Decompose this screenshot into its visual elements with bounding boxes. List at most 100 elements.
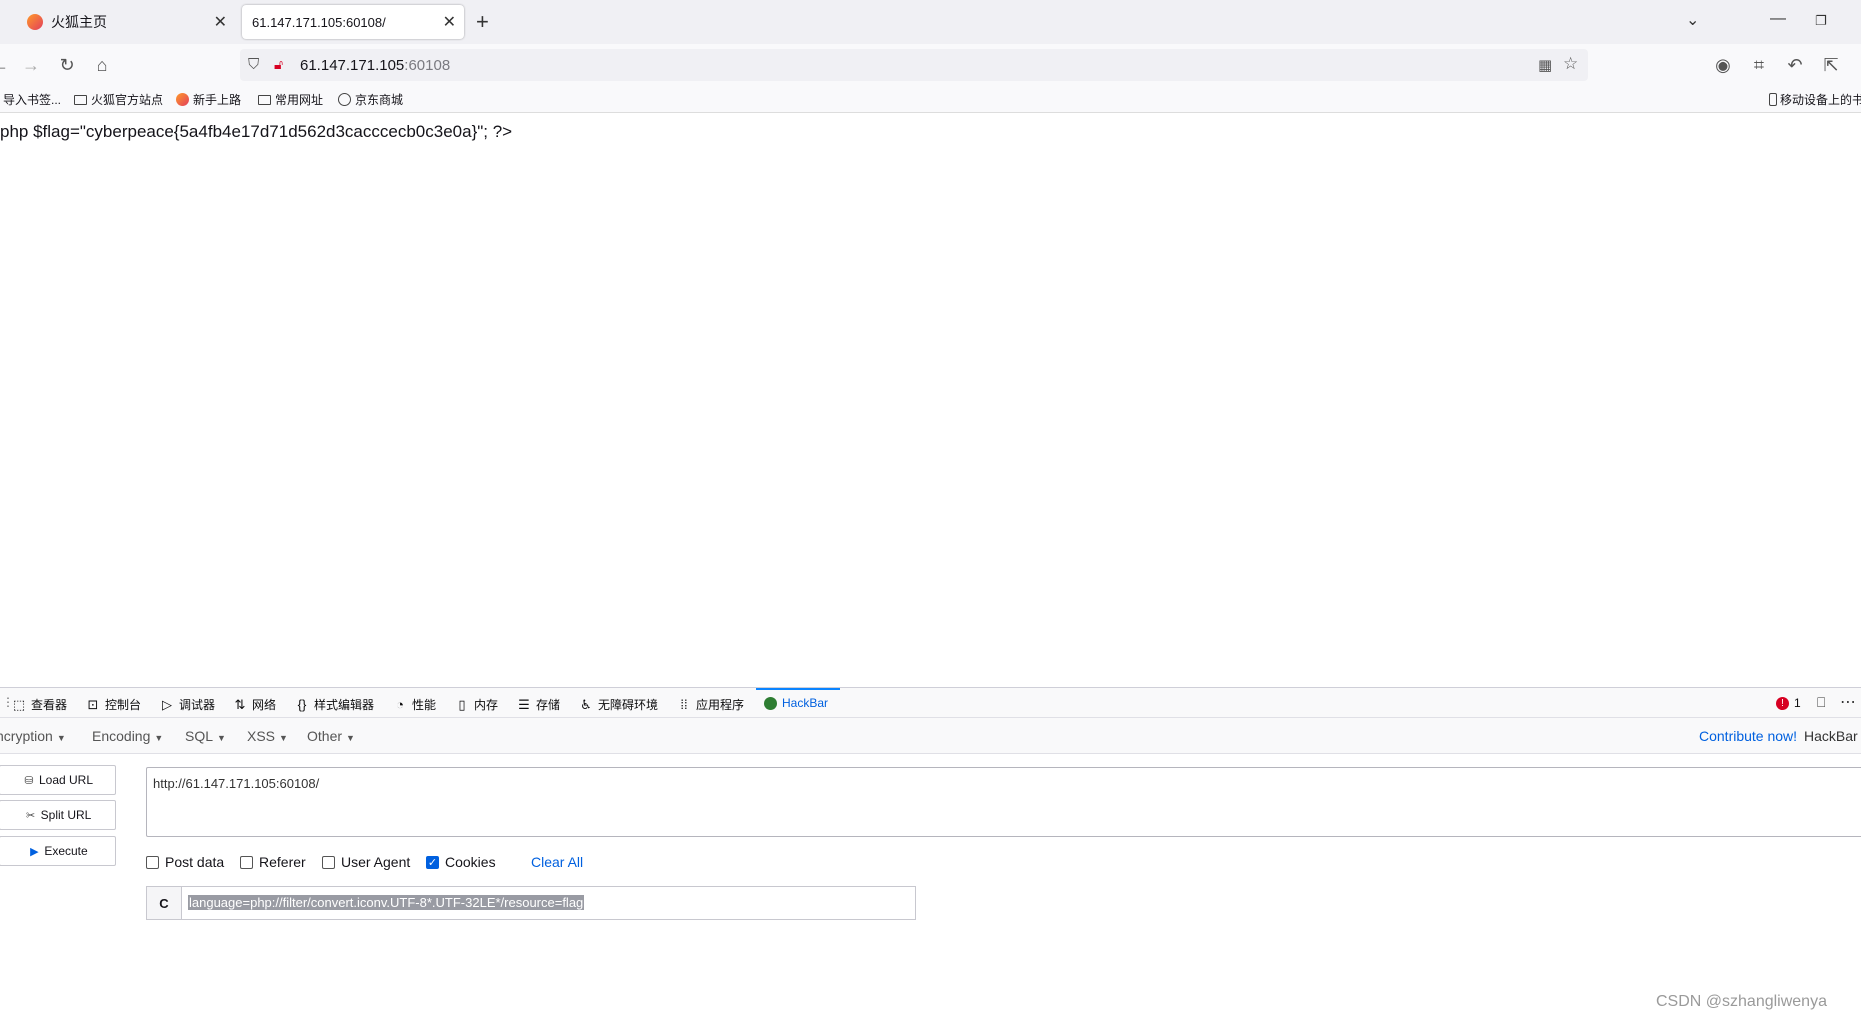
page-text: php $flag="cyberpeace{5a4fb4e17d71d562d3… [0, 122, 513, 141]
more-options-icon[interactable]: ⋯ [1840, 692, 1856, 712]
tab-strip: 火狐主页 ✕ 61.147.171.105:60108/ ✕ + ⌄ — ❐ [0, 0, 1861, 44]
checkbox-icon[interactable] [146, 855, 159, 869]
split-url-button[interactable]: ✂ Split URL [0, 800, 116, 830]
list-all-tabs-icon[interactable]: ⌄ [1686, 10, 1699, 30]
menu-encryption[interactable]: ncryption ▼ [0, 728, 66, 744]
tab-performance[interactable]: ◔ 性能 [393, 696, 436, 713]
cookies-checkbox[interactable]: ✓ Cookies [426, 854, 496, 870]
account-icon[interactable]: ◉ [1711, 53, 1735, 77]
insecure-lock-icon[interactable]: 🔓︎ [274, 56, 283, 73]
tab-application[interactable]: ⁞⁞ 应用程序 [677, 696, 744, 713]
load-url-button[interactable]: ⛁ Load URL [0, 765, 116, 795]
tab-storage[interactable]: ☰ 存储 [517, 696, 560, 713]
tab-inspector[interactable]: ⬚ 查看器 [12, 696, 67, 713]
menu-other[interactable]: Other ▼ [307, 728, 355, 744]
cookie-field-label: C [146, 886, 182, 920]
tab-active-page[interactable]: 61.147.171.105:60108/ ✕ [242, 5, 464, 39]
minimize-icon[interactable]: — [1770, 10, 1786, 28]
referer-checkbox[interactable]: Referer [240, 854, 306, 870]
storage-icon: ☰ [518, 696, 530, 712]
user-agent-checkbox[interactable]: User Agent [322, 854, 410, 870]
tab-memory[interactable]: ▯ 内存 [455, 696, 498, 713]
contribute-link[interactable]: Contribute now! [1699, 728, 1797, 744]
menu-xss[interactable]: XSS ▼ [247, 728, 288, 744]
braces-icon: {} [297, 697, 307, 712]
network-icon: ⇅ [234, 696, 246, 712]
error-icon: ! [1776, 696, 1789, 710]
globe-icon [338, 93, 351, 106]
phone-icon [1769, 93, 1777, 106]
firefox-icon [176, 93, 189, 106]
checkmark-icon[interactable]: ✓ [426, 855, 439, 869]
qr-code-icon[interactable]: ▦ [1538, 56, 1552, 74]
clear-all-link[interactable]: Clear All [531, 854, 583, 870]
cookie-value[interactable]: language=php://filter/convert.iconv.UTF-… [188, 895, 585, 910]
debugger-icon: ▷ [162, 696, 172, 712]
bookmarks-toolbar: 导入书签... 火狐官方站点 新手上路 常用网址 京东商城 移动设备上的书 [0, 86, 1861, 113]
bookmark-jd[interactable]: 京东商城 [338, 91, 403, 108]
bookmark-folder-firefox[interactable]: 火狐官方站点 [74, 91, 163, 108]
play-icon: ▶ [30, 845, 39, 858]
bookmark-import[interactable]: 导入书签... [3, 91, 61, 108]
tab-title: 火狐主页 [51, 14, 107, 30]
checkbox-icon[interactable] [322, 855, 335, 869]
firefox-icon [27, 14, 43, 30]
back-icon[interactable]: ← [0, 53, 12, 77]
accessibility-icon: ♿︎ [580, 696, 592, 712]
restore-icon[interactable]: ❐ [1815, 13, 1827, 29]
grid-icon: ⁞⁞ [680, 697, 688, 712]
nav-bar: ← → ↻ ⌂ ⛉ 🔓︎ 61.147.171.105:60108 ▦ ☆ ◉ … [0, 44, 1861, 86]
tab-firefox-home[interactable]: 火狐主页 ✕ [17, 5, 235, 39]
menu-sql[interactable]: SQL ▼ [185, 728, 226, 744]
bookmark-star-icon[interactable]: ☆ [1563, 54, 1578, 74]
extensions-icon[interactable]: ⇱ [1819, 53, 1843, 77]
inspector-icon: ⬚ [12, 696, 26, 712]
undo-icon[interactable]: ↶ [1783, 53, 1807, 77]
tab-style-editor[interactable]: {} 样式编辑器 [295, 696, 374, 713]
hackbar-brand: HackBar [1804, 728, 1858, 744]
home-icon[interactable]: ⌂ [90, 53, 114, 77]
folder-icon [258, 94, 271, 105]
url-text[interactable]: 61.147.171.105:60108 [300, 57, 450, 74]
folder-icon [74, 94, 87, 105]
load-icon: ⛁ [24, 774, 34, 787]
tab-title: 61.147.171.105:60108/ [252, 14, 386, 30]
url-textarea[interactable]: http://61.147.171.105:60108/ [146, 767, 1861, 837]
tab-console[interactable]: ⊡ 控制台 [86, 696, 141, 713]
post-data-checkbox[interactable]: Post data [146, 854, 224, 870]
hackbar-menu: ncryption ▼ Encoding ▼ SQL ▼ XSS ▼ Other ▼ Co… [0, 718, 1861, 754]
new-tab-icon[interactable]: + [476, 9, 489, 35]
console-icon: ⊡ [87, 696, 99, 712]
gauge-icon: ◔ [396, 697, 404, 712]
memory-icon: ▯ [458, 696, 466, 712]
devtools-panel: ⋮ ⬚ 查看器 ⊡ 控制台 ▷ 调试器 ⇅ 网络 {} 样式编辑器 ◔ 性能 ▯ 内存 ☰ 存储… [0, 687, 1861, 1025]
menu-encoding[interactable]: Encoding ▼ [92, 728, 163, 744]
caret-down-icon: ▼ [217, 733, 226, 743]
address-bar[interactable]: ⛉ 🔓︎ 61.147.171.105:60108 ▦ ☆ [240, 49, 1588, 81]
hackbar-icon [764, 696, 777, 710]
close-icon[interactable]: ✕ [214, 12, 227, 32]
tab-accessibility[interactable]: ♿︎ 无障碍环境 [579, 696, 658, 713]
scissors-icon: ✂ [26, 809, 36, 822]
caret-down-icon: ▼ [279, 733, 288, 743]
devtools-tabbar: ⋮ ⬚ 查看器 ⊡ 控制台 ▷ 调试器 ⇅ 网络 {} 样式编辑器 ◔ 性能 ▯ 内存 ☰ 存储… [0, 688, 1861, 718]
bookmark-mobile[interactable]: 移动设备上的书 [1769, 91, 1861, 108]
reload-icon[interactable]: ↻ [55, 53, 79, 77]
close-icon[interactable]: ✕ [443, 12, 456, 32]
active-tab-indicator [756, 688, 840, 690]
execute-button[interactable]: ▶ Execute [0, 836, 116, 866]
checkbox-icon[interactable] [240, 855, 253, 869]
bookmark-getting-started[interactable]: 新手上路 [176, 91, 241, 108]
forward-icon[interactable]: → [19, 53, 43, 77]
error-indicator[interactable]: ! 1 [1776, 696, 1801, 710]
tab-debugger[interactable]: ▷ 调试器 [160, 696, 215, 713]
bookmark-folder-common[interactable]: 常用网址 [258, 91, 323, 108]
tab-network[interactable]: ⇅ 网络 [233, 696, 276, 713]
caret-down-icon: ▼ [56, 733, 66, 743]
shield-icon[interactable]: ⛉ [248, 56, 259, 73]
tab-hackbar[interactable]: HackBar [764, 696, 828, 710]
dock-icon[interactable]: ⎕ [1817, 694, 1825, 711]
caret-down-icon: ▼ [346, 733, 355, 743]
screenshot-icon[interactable]: ⌗ [1747, 53, 1771, 77]
cookie-input[interactable]: language=php://filter/convert.iconv.UTF-… [181, 886, 916, 920]
